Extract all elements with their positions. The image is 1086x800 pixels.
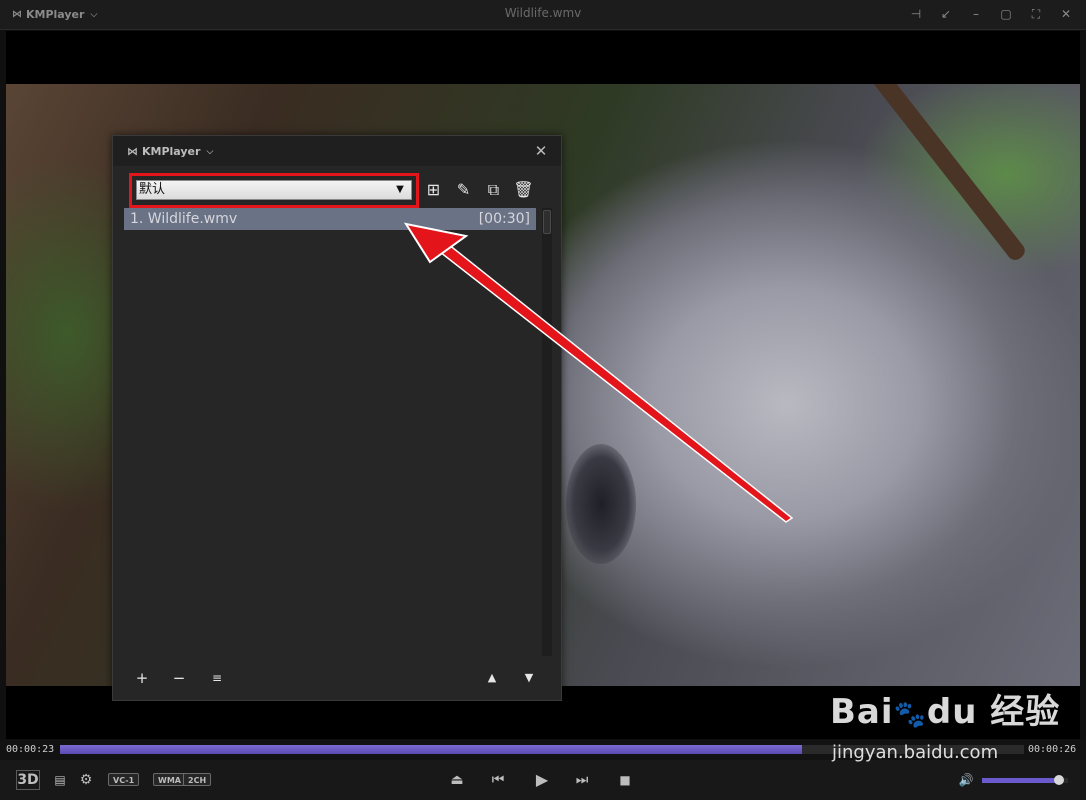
list-item[interactable]: 1. Wildlife.wmv [00:30] (124, 208, 536, 230)
list-item-title: 1. Wildlife.wmv (130, 211, 238, 227)
playlist-select-value: 默认 (139, 182, 166, 197)
watermark-logo: Bai🐾du 经验 (830, 692, 1061, 732)
settings-gear-icon[interactable]: ⚙ (77, 770, 95, 790)
channel-badge[interactable]: 2CH (183, 773, 212, 786)
pin-icon[interactable]: ⊣ (906, 4, 926, 24)
3d-mode-button[interactable]: 3D (16, 770, 40, 790)
playlist-header: ⋈ KMPlayer ⌵ ✕ (113, 136, 561, 166)
new-playlist-icon[interactable]: ⊞ (423, 179, 444, 200)
delete-trash-icon[interactable]: 🗑 (513, 179, 534, 200)
eject-button[interactable]: ⏏ (447, 770, 467, 790)
copy-playlist-icon[interactable]: ⧉ (483, 179, 504, 200)
close-button[interactable]: ✕ (1056, 4, 1076, 24)
list-item-duration: [00:30] (478, 211, 530, 227)
seek-progress (60, 745, 803, 754)
play-button[interactable]: ▶ (532, 770, 552, 790)
playlist-select[interactable]: 默认 ▼ (136, 180, 412, 200)
fullscreen-button[interactable]: ⛶ (1026, 4, 1046, 24)
maximize-button[interactable]: ▢ (996, 4, 1016, 24)
next-button[interactable]: ⏭ (572, 770, 592, 790)
add-file-button[interactable]: + (132, 668, 152, 688)
playlist-toggle-icon[interactable]: ▤ (52, 770, 68, 790)
move-up-button[interactable]: ▲ (482, 668, 502, 688)
mini-mode-icon[interactable]: ↙ (936, 4, 956, 24)
baidu-watermark: Bai🐾du 经验 jingyan.baidu.com (830, 684, 1080, 784)
playlist-menu[interactable]: ⋈ KMPlayer ⌵ (127, 145, 213, 158)
rename-pencil-icon[interactable]: ✎ (453, 179, 474, 200)
kmplayer-logo-icon: ⋈ (127, 145, 138, 158)
playlist-brand: KMPlayer (142, 145, 201, 158)
title-bar: ⋈ KMPlayer ⌵ Wildlife.wmv ⊣ ↙ – ▢ ⛶ ✕ (0, 0, 1086, 30)
watermark-url: jingyan.baidu.com (832, 742, 999, 763)
playlist-list: 1. Wildlife.wmv [00:30] (124, 208, 536, 656)
video-codec-badge[interactable]: VC-1 (108, 773, 140, 786)
dropdown-arrow-icon[interactable]: ▼ (389, 181, 411, 199)
minimize-button[interactable]: – (966, 4, 986, 24)
remove-file-button[interactable]: − (169, 668, 189, 688)
playlist-options-icon[interactable]: ≡ (207, 668, 227, 688)
playlist-scrollbar[interactable] (542, 208, 552, 656)
playlist-close-button[interactable]: ✕ (531, 141, 551, 161)
move-down-button[interactable]: ▼ (519, 668, 539, 688)
chevron-down-icon: ⌵ (206, 146, 214, 157)
elapsed-time: 00:00:23 (6, 744, 55, 755)
audio-codec-badge[interactable]: WMA (153, 773, 186, 786)
playlist-panel: ⋈ KMPlayer ⌵ ✕ 默认 ▼ ⊞ ✎ ⧉ 🗑 1. Wildlife.… (112, 135, 562, 701)
playlist-footer: + − ≡ ▲ ▼ (113, 656, 561, 700)
highlight-box: 默认 ▼ (129, 173, 419, 208)
stop-button[interactable]: ■ (615, 770, 635, 790)
scroll-thumb[interactable] (543, 210, 551, 234)
previous-button[interactable]: ⏮ (488, 770, 508, 790)
